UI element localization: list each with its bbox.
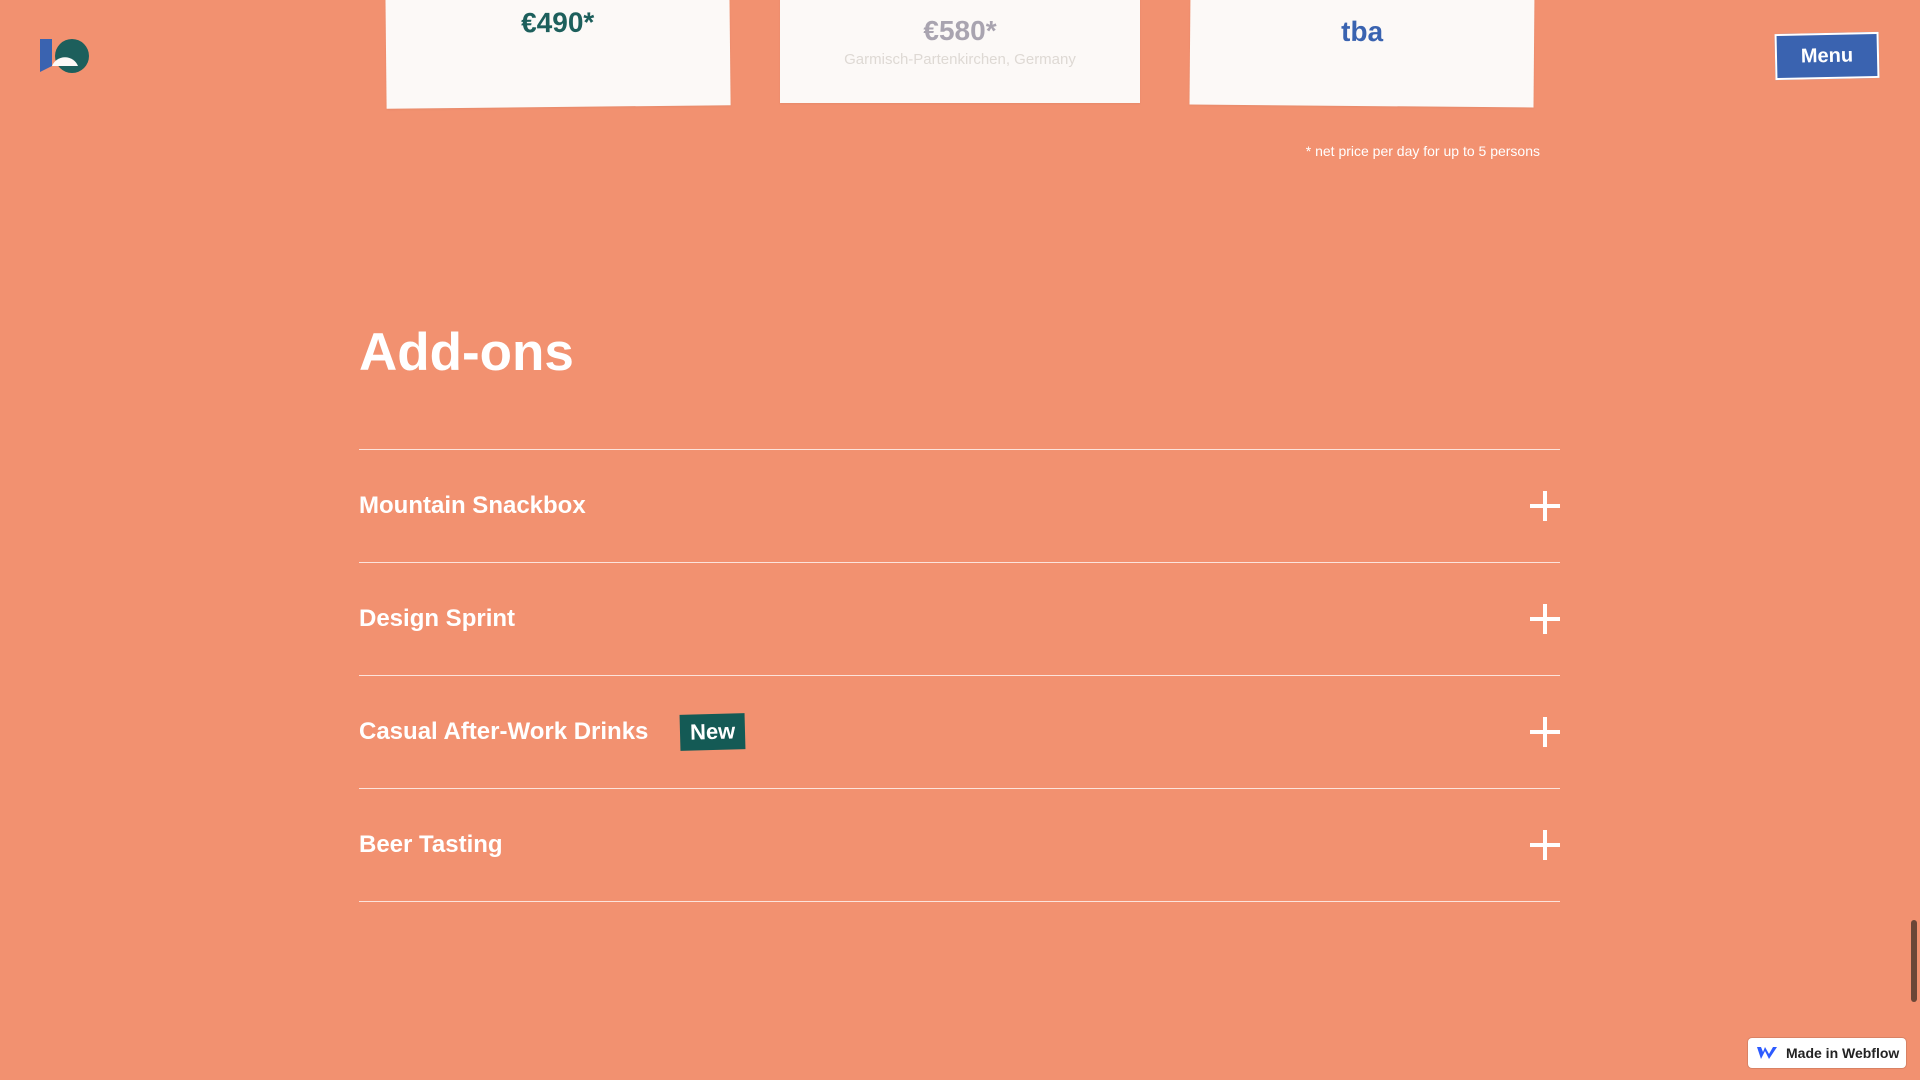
addon-list: Mountain Snackbox Design Sprint Casual A… [359,449,1560,902]
price-footnote: * net price per day for up to 5 persons [1305,143,1540,159]
plus-icon[interactable] [1530,717,1560,747]
addon-item-design-sprint[interactable]: Design Sprint [359,563,1560,676]
studio-logo-icon [40,39,89,73]
section-title: Add-ons [359,323,574,382]
menu-button[interactable]: Menu [1774,31,1880,81]
logo[interactable] [38,36,94,76]
price-value: €490* [520,6,595,39]
plus-icon[interactable] [1530,604,1560,634]
addon-item-mountain-snackbox[interactable]: Mountain Snackbox [359,450,1560,563]
badge-label: Made in Webflow [1786,1045,1900,1061]
scrollbar-thumb[interactable] [1911,920,1917,1002]
plus-icon[interactable] [1530,491,1560,521]
price-card-3: tba [1189,0,1535,108]
addon-item-beer-tasting[interactable]: Beer Tasting [359,789,1560,902]
addon-label: Design Sprint [359,605,516,632]
price-value: tba [1341,15,1384,48]
plus-icon[interactable] [1530,830,1560,860]
made-in-webflow-badge[interactable]: Made in Webflow [1748,1038,1906,1068]
price-value: €580* [923,15,997,46]
addon-label: Mountain Snackbox [359,492,586,519]
webflow-icon [1757,1047,1777,1059]
price-card-2: €580* Garmisch-Partenkirchen, Germany [780,0,1140,103]
addon-item-after-work-drinks[interactable]: Casual After-Work Drinks New [359,676,1560,789]
addon-label: Casual After-Work Drinks [359,718,649,745]
price-card-1: €490* [385,0,731,109]
addon-label: Beer Tasting [359,831,503,858]
new-badge: New [679,713,747,751]
location-text: Garmisch-Partenkirchen, Germany [844,51,1076,68]
